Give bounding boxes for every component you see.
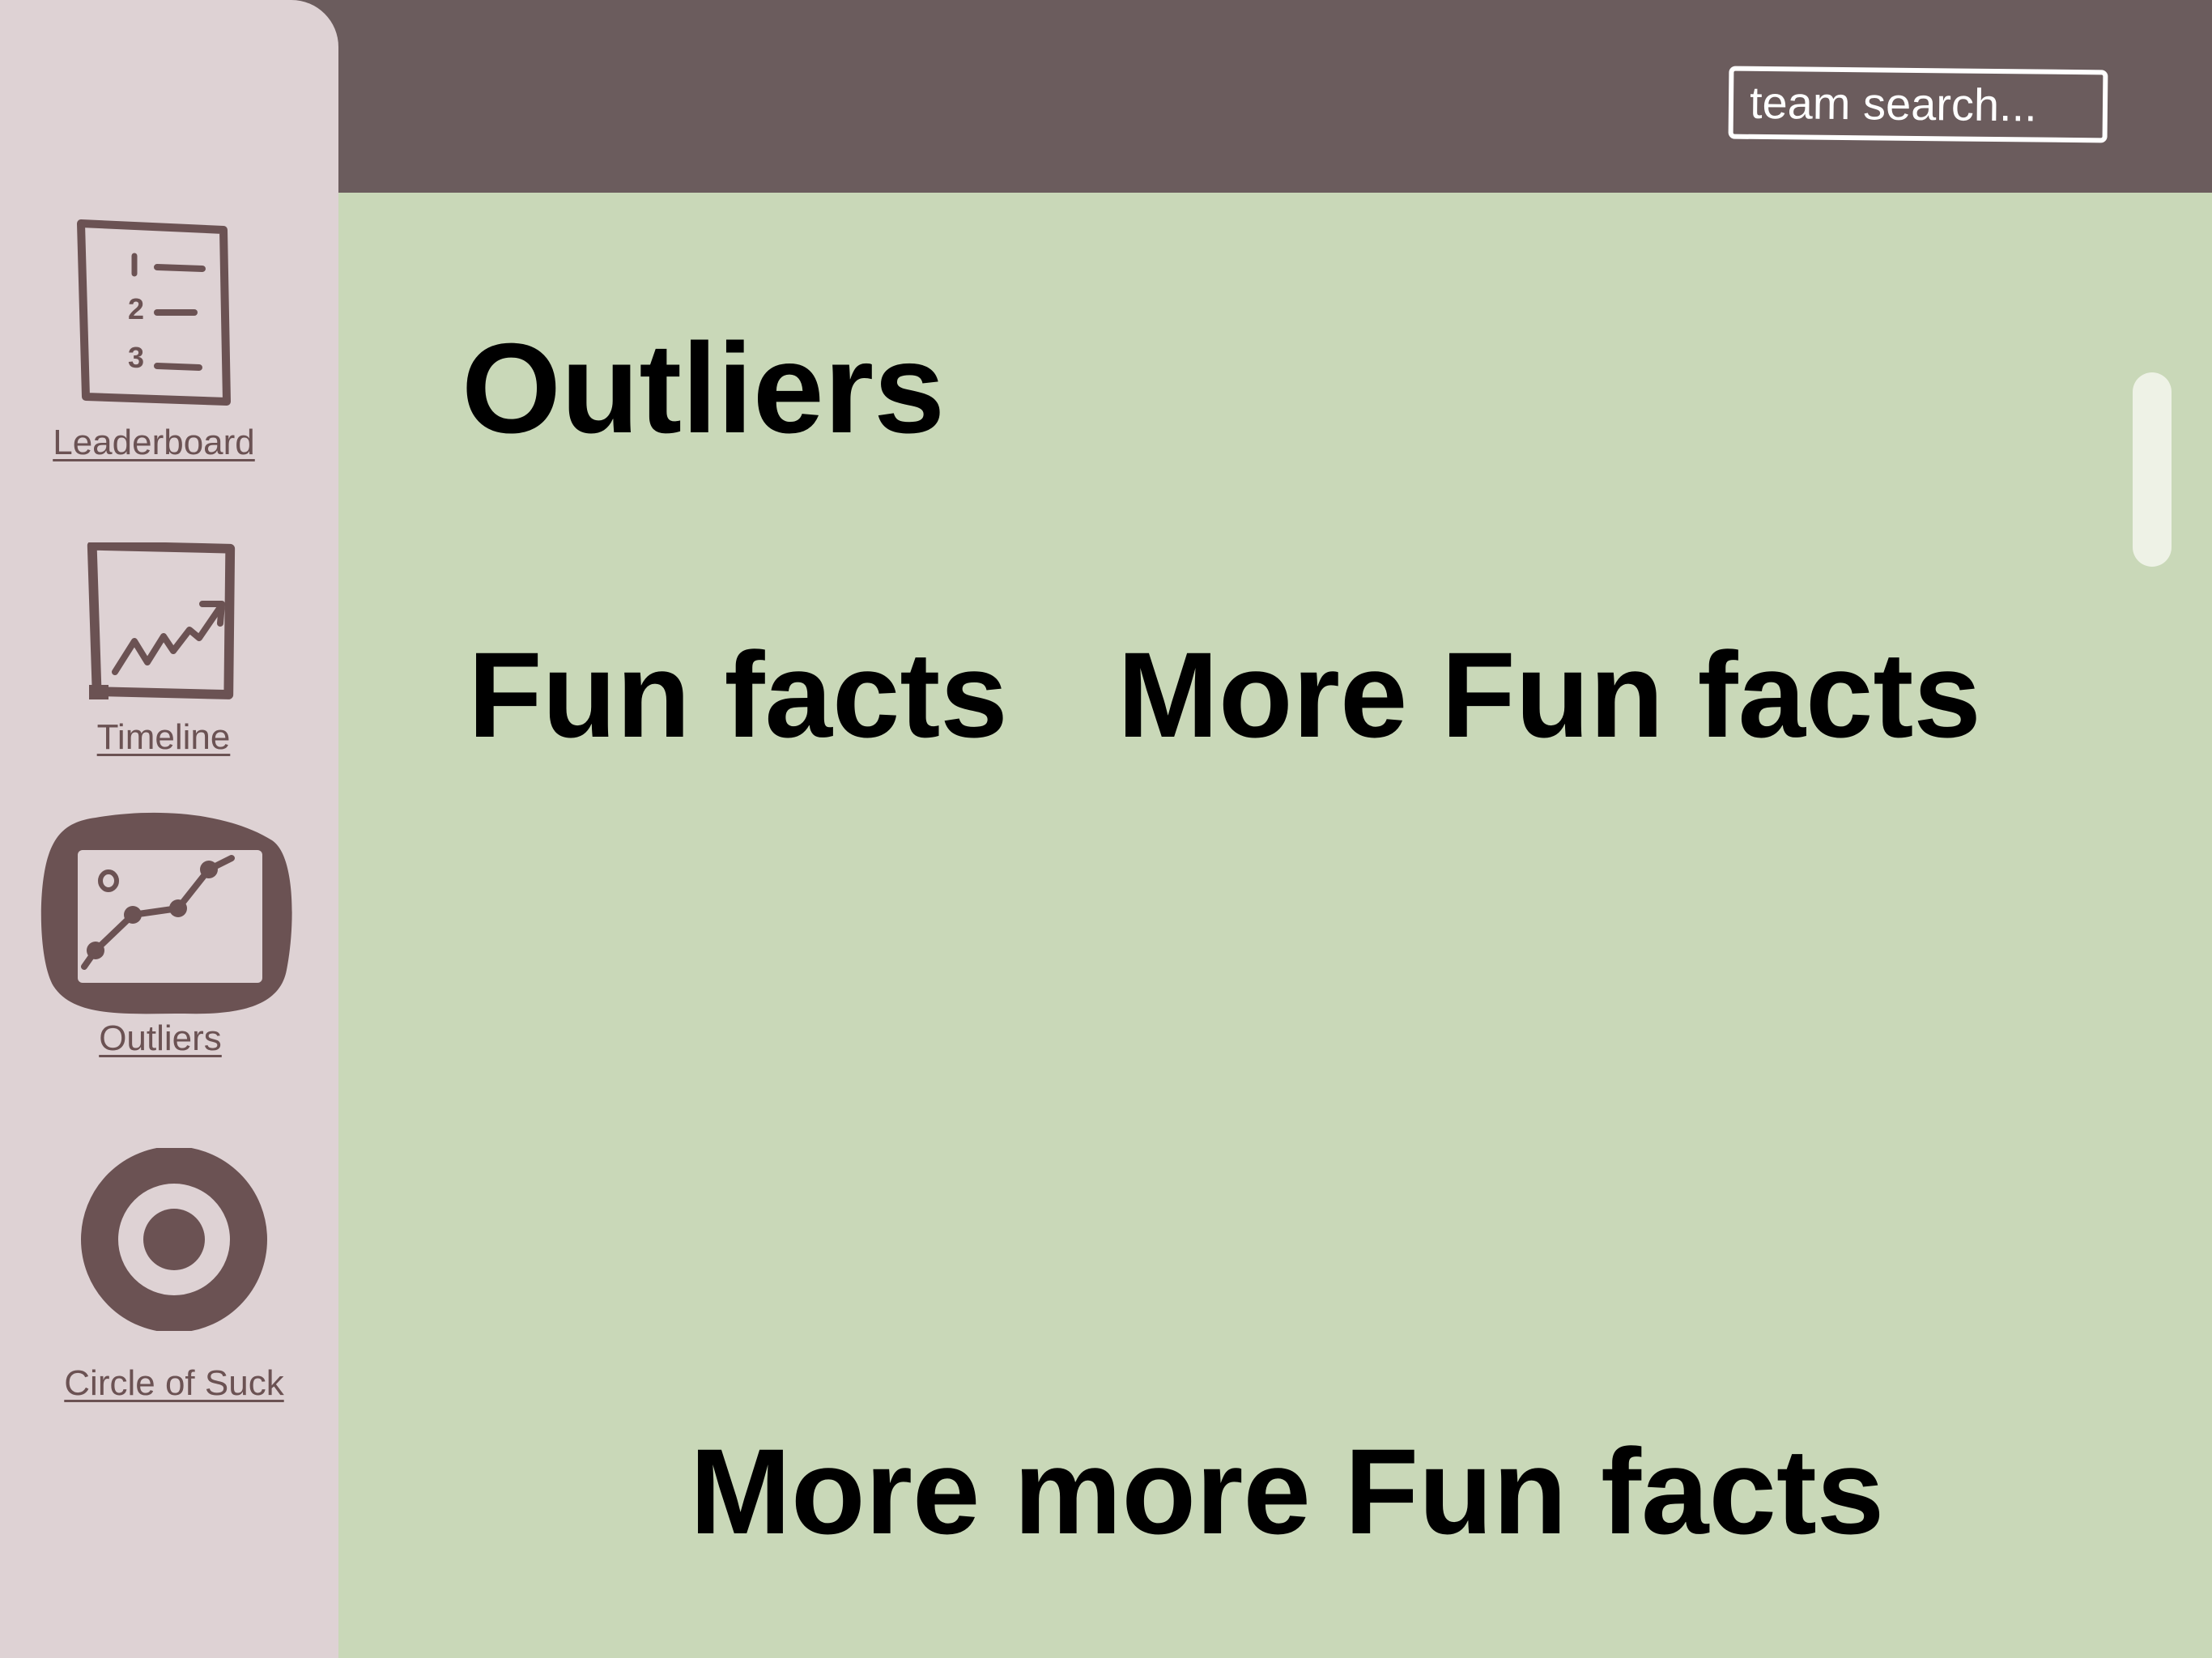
sidebar-item-label: Outliers bbox=[99, 1018, 222, 1058]
section-heading: More Fun facts bbox=[1117, 627, 1981, 763]
team-search-input[interactable]: team search... bbox=[1728, 66, 2108, 143]
section-heading: More more Fun facts bbox=[690, 1423, 1885, 1559]
section-heading: Fun facts bbox=[468, 627, 1008, 763]
sidebar-item-timeline[interactable]: Timeline bbox=[42, 542, 285, 758]
sidebar-item-outliers[interactable]: Outliers bbox=[39, 808, 292, 1059]
scrollbar-thumb[interactable] bbox=[2133, 372, 2172, 567]
ranked-list-icon: 2 3 bbox=[77, 219, 231, 406]
sidebar-item-label: Leaderboard bbox=[53, 423, 255, 462]
page-title: Outliers bbox=[462, 317, 946, 460]
app-screen: team search... 2 3 Leaderboard Timeline bbox=[0, 0, 2212, 1658]
sidebar-item-circle-of-suck[interactable]: Circle of Suck bbox=[32, 1148, 316, 1404]
svg-text:2: 2 bbox=[128, 292, 144, 325]
svg-text:3: 3 bbox=[128, 341, 144, 374]
target-icon bbox=[81, 1148, 267, 1331]
trend-chart-icon bbox=[87, 542, 236, 699]
sidebar-item-leaderboard[interactable]: 2 3 Leaderboard bbox=[32, 217, 275, 463]
sidebar-item-label: Circle of Suck bbox=[64, 1363, 284, 1403]
scatter-chart-icon bbox=[40, 812, 292, 1014]
sidebar-item-label: Timeline bbox=[96, 717, 231, 757]
